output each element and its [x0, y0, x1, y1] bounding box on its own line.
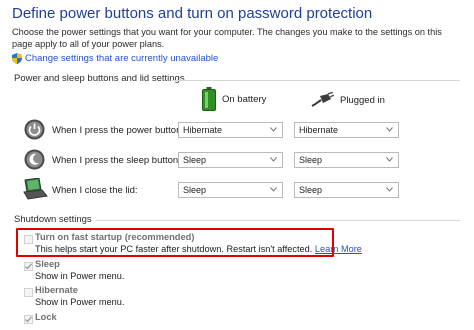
sleep-button-icon: [24, 149, 45, 170]
plugged-in-header: Plugged in: [310, 92, 385, 108]
hibernate-option-description: Show in Power menu.: [35, 297, 125, 307]
power-button-row-label: When I press the power button:: [52, 125, 185, 136]
fast-startup-description: This helps start your PC faster after sh…: [35, 244, 362, 254]
sleep-button-plugged-in-value: Sleep: [299, 155, 323, 165]
fast-startup-description-text: This helps start your PC faster after sh…: [35, 244, 313, 254]
lid-on-battery-value: Sleep: [183, 185, 207, 195]
sleep-button-row-label: When I press the sleep button:: [52, 155, 181, 166]
power-button-plugged-in-value: Hibernate: [299, 125, 339, 135]
power-button-on-battery-value: Hibernate: [183, 125, 223, 135]
on-battery-label: On battery: [222, 93, 267, 105]
chevron-down-icon: [270, 157, 277, 162]
power-section-label: Power and sleep buttons and lid settings: [14, 73, 185, 84]
power-button-plugged-in-select[interactable]: Hibernate: [294, 122, 399, 138]
on-battery-header: On battery: [202, 87, 266, 111]
sleep-option-label: Sleep: [35, 259, 60, 269]
hibernate-option-label: Hibernate: [35, 285, 78, 295]
sleep-button-on-battery-select[interactable]: Sleep: [178, 152, 283, 168]
plugged-in-label: Plugged in: [340, 94, 385, 106]
lid-on-battery-select[interactable]: Sleep: [178, 182, 283, 198]
learn-more-link[interactable]: Learn More: [315, 244, 362, 254]
power-section-divider: [172, 80, 460, 81]
lock-option-label: Lock: [35, 312, 57, 322]
lid-plugged-in-value: Sleep: [299, 185, 323, 195]
lid-plugged-in-select[interactable]: Sleep: [294, 182, 399, 198]
lid-row-label: When I close the lid:: [52, 185, 138, 196]
power-plug-icon: [311, 92, 334, 107]
page-description: Choose the power settings that you want …: [12, 27, 442, 49]
lock-menu-checkbox[interactable]: [24, 315, 33, 324]
change-settings-link-label[interactable]: Change settings that are currently unava…: [25, 53, 218, 64]
fast-startup-checkbox[interactable]: [24, 235, 33, 244]
change-settings-link[interactable]: Change settings that are currently unava…: [12, 53, 218, 64]
fast-startup-label: Turn on fast startup (recommended): [35, 232, 195, 242]
sleep-menu-checkbox[interactable]: [24, 262, 33, 271]
chevron-down-icon: [386, 127, 393, 132]
page-title: Define power buttons and turn on passwor…: [12, 5, 373, 22]
power-button-on-battery-select[interactable]: Hibernate: [178, 122, 283, 138]
battery-icon: [202, 87, 216, 111]
checkmark-icon: [25, 316, 32, 323]
sleep-button-plugged-in-select[interactable]: Sleep: [294, 152, 399, 168]
chevron-down-icon: [270, 127, 277, 132]
sleep-button-on-battery-value: Sleep: [183, 155, 207, 165]
chevron-down-icon: [270, 187, 277, 192]
chevron-down-icon: [386, 157, 393, 162]
power-button-icon: [24, 119, 45, 140]
laptop-lid-icon: [23, 178, 48, 200]
uac-shield-icon: [12, 53, 22, 64]
checkmark-icon: [25, 263, 32, 270]
shutdown-section-divider: [96, 220, 460, 221]
chevron-down-icon: [386, 187, 393, 192]
sleep-option-description: Show in Power menu.: [35, 271, 125, 281]
shutdown-section-label: Shutdown settings: [14, 214, 92, 225]
hibernate-menu-checkbox[interactable]: [24, 288, 33, 297]
